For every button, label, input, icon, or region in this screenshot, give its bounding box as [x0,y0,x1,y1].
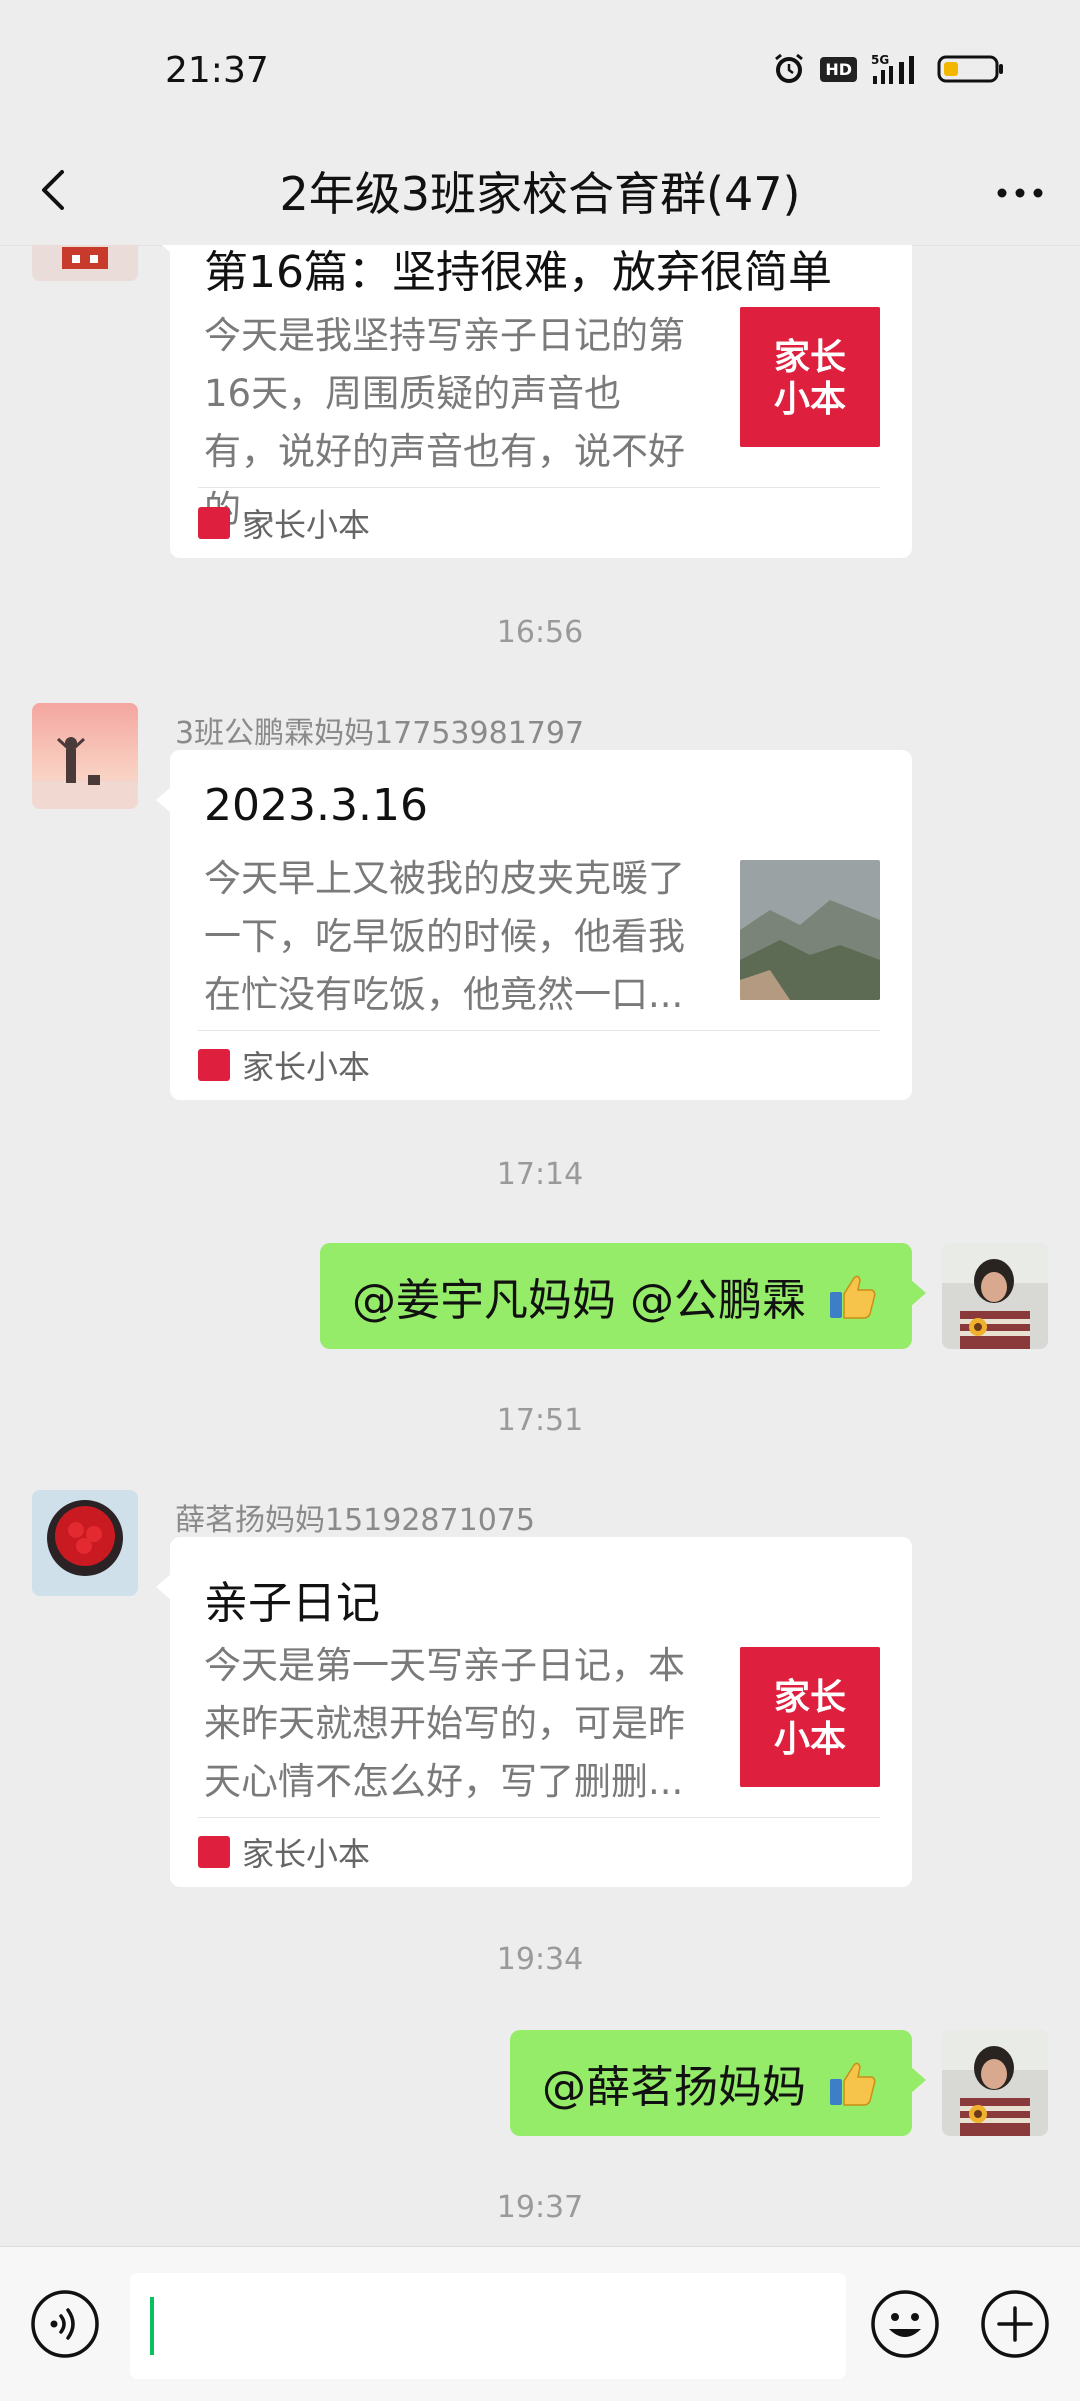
card-divider [198,1817,880,1818]
voice-input-icon[interactable] [30,2289,100,2359]
sender-avatar[interactable] [32,1490,138,1596]
chat-header: 2年级3班家校合育群(47) [0,140,1080,246]
source-logo-icon [198,1049,230,1081]
message-text: @姜宇凡妈妈 @公鹏霖 [352,1275,806,1326]
outgoing-message[interactable]: @薛茗扬妈妈 [510,2030,926,2136]
source-name: 家长小本 [242,1048,371,1086]
thumbs-up-icon [830,1275,876,1319]
source-name: 家长小本 [242,506,371,544]
sender-name: 薛茗扬妈妈15192871075 [175,1503,535,1538]
card-source: 家长小本 [198,1829,370,1875]
sender-avatar[interactable] [32,245,138,281]
message-text: @薛茗扬妈妈 [542,2062,806,2113]
parent-notebook-logo: 家长 小本 [740,1647,880,1787]
more-icon[interactable] [990,168,1050,218]
status-time: 21:37 [165,50,269,91]
article-card[interactable]: 第16篇：坚持很难，放弃很简单 今天是我坚持写亲子日记的第16天，周围质疑的声音… [156,245,912,558]
card-source: 家长小本 [198,1042,370,1088]
sender-avatar[interactable] [32,703,138,809]
input-bar [0,2246,1080,2401]
card-divider [198,1030,880,1031]
my-avatar[interactable] [942,1243,1048,1349]
source-name: 家长小本 [242,1835,371,1873]
chat-title: 2年级3班家校合育群(47) [279,167,801,221]
hd-badge: HD [820,56,857,82]
source-logo-icon [198,507,230,539]
timestamp: 19:34 [496,1942,584,1977]
source-logo-icon [198,1836,230,1868]
my-avatar[interactable] [942,2030,1048,2136]
card-divider [198,487,880,488]
card-thumbnail: 家长 小本 [740,307,880,447]
timestamp: 17:14 [496,1157,584,1192]
battery-icon [937,55,1003,83]
sender-name: 3班公鹏霖妈妈17753981797 [175,716,585,751]
parent-notebook-logo: 家长 小本 [740,307,880,447]
alarm-icon [775,53,804,83]
network-label: 5G [871,53,889,67]
outgoing-message[interactable]: @姜宇凡妈妈 @公鹏霖 [320,1243,926,1349]
svg-text:小本: 小本 [774,379,846,420]
svg-text:家长: 家长 [774,337,846,378]
message-list[interactable]: 第16篇：坚持很难，放弃很简单 今天是我坚持写亲子日记的第16天，周围质疑的声音… [0,245,1080,2245]
timestamp: 19:37 [496,2190,584,2225]
card-thumbnail [740,860,880,1000]
timestamp: 17:51 [496,1403,584,1438]
card-description: 今天早上又被我的皮夹克暖了一下，吃早饭的时候，他看我在忙没有吃饭，他竟然一口..… [204,857,685,1016]
article-card[interactable]: 亲子日记 今天是第一天写亲子日记，本来昨天就想开始写的，可是昨天心情不怎么好，写… [156,1537,912,1887]
text-cursor [150,2297,154,2355]
status-bar: 21:37 HD 5G [0,0,1080,140]
article-card[interactable]: 2023.3.16 今天早上又被我的皮夹克暖了一下，吃早饭的时候，他看我在忙没有… [156,750,912,1100]
card-description: 今天是第一天写亲子日记，本来昨天就想开始写的，可是昨天心情不怎么好，写了删删..… [204,1644,685,1803]
signal-icon: 5G [871,53,914,84]
card-source: 家长小本 [198,500,370,546]
card-title: 第16篇：坚持很难，放弃很简单 [204,247,832,298]
card-thumbnail: 家长 小本 [740,1647,880,1787]
message-input[interactable] [130,2273,846,2379]
plus-icon[interactable] [980,2289,1050,2359]
status-icons: HD 5G [772,52,1005,86]
card-title: 亲子日记 [204,1578,380,1629]
card-title: 2023.3.16 [204,780,428,831]
emoji-icon[interactable] [870,2289,940,2359]
timestamp: 16:56 [496,615,584,650]
svg-text:家长: 家长 [774,1677,846,1718]
thumbs-up-icon [830,2062,876,2106]
svg-text:小本: 小本 [774,1719,846,1760]
